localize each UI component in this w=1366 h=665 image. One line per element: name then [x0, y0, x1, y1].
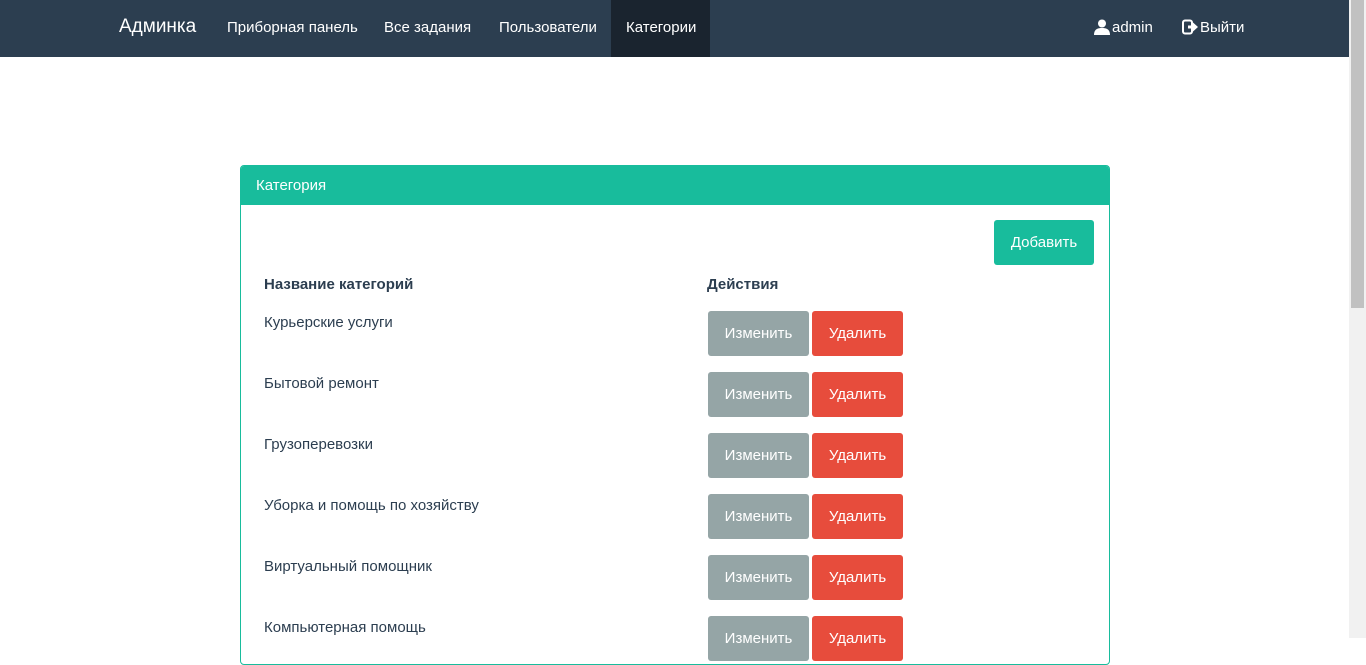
nav-item-users[interactable]: Пользователи	[484, 0, 612, 57]
user-menu[interactable]: admin	[1094, 0, 1153, 57]
delete-button[interactable]: Удалить	[812, 494, 903, 539]
category-name: Уборка и помощь по хозяйству	[264, 497, 479, 514]
nav-item-all-tasks[interactable]: Все задания	[369, 0, 486, 57]
edit-button[interactable]: Изменить	[708, 311, 809, 356]
category-name: Виртуальный помощник	[264, 558, 432, 575]
delete-button[interactable]: Удалить	[812, 555, 903, 600]
page-scrollbar[interactable]	[1349, 0, 1366, 638]
top-navbar: Админка Приборная панель Все задания Пол…	[0, 0, 1349, 57]
delete-button[interactable]: Удалить	[812, 372, 903, 417]
nav-item-dashboard[interactable]: Приборная панель	[212, 0, 373, 57]
scrollbar-thumb[interactable]	[1351, 0, 1364, 308]
category-name: Курьерские услуги	[264, 314, 393, 331]
panel-title: Категория	[241, 166, 1109, 205]
edit-button[interactable]: Изменить	[708, 372, 809, 417]
add-category-button[interactable]: Добавить	[994, 220, 1094, 265]
delete-button[interactable]: Удалить	[812, 433, 903, 478]
logout-icon	[1182, 19, 1198, 35]
edit-button[interactable]: Изменить	[708, 555, 809, 600]
categories-panel: Категория Добавить Название категорий Де…	[240, 165, 1110, 665]
column-header-actions: Действия	[707, 276, 779, 293]
user-icon	[1094, 19, 1110, 35]
logout-label: Выйти	[1200, 19, 1245, 36]
edit-button[interactable]: Изменить	[708, 616, 809, 661]
column-header-name: Название категорий	[264, 276, 414, 293]
user-label: admin	[1112, 19, 1153, 36]
edit-button[interactable]: Изменить	[708, 494, 809, 539]
logout-link[interactable]: Выйти	[1182, 0, 1244, 57]
category-name: Компьютерная помощь	[264, 619, 426, 636]
edit-button[interactable]: Изменить	[708, 433, 809, 478]
category-name: Грузоперевозки	[264, 436, 373, 453]
nav-item-categories[interactable]: Категории	[611, 0, 710, 57]
delete-button[interactable]: Удалить	[812, 616, 903, 661]
delete-button[interactable]: Удалить	[812, 311, 903, 356]
category-name: Бытовой ремонт	[264, 375, 379, 392]
brand-link[interactable]: Админка	[119, 16, 196, 38]
